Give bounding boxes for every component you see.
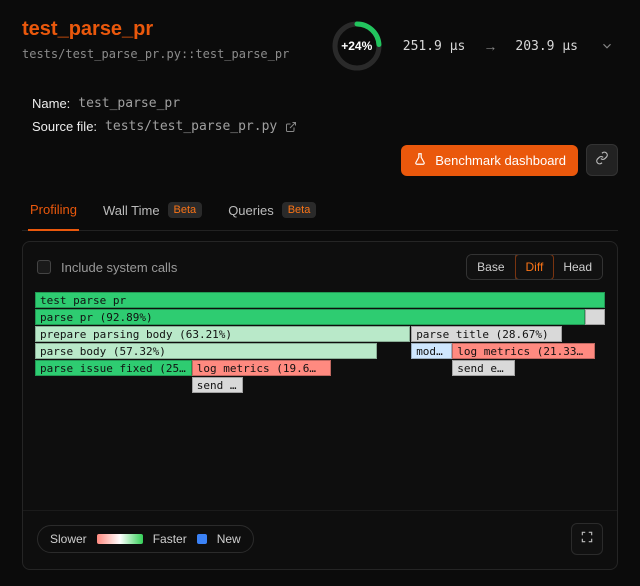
meta-name-row: Name: test_parse_pr [32,96,618,111]
flame-bar[interactable]: log metrics (19.6… [192,360,332,376]
seg-diff[interactable]: Diff [515,254,555,280]
flame-row: test parse pr [35,292,605,309]
meta-block: Name: test_parse_pr Source file: tests/t… [22,96,618,134]
flame-bar[interactable]: prepare parsing body (63.21%) [35,326,410,342]
flame-bar[interactable] [585,309,605,325]
tab-walltime-label: Wall Time [103,203,160,218]
panel-top: Include system calls Base Diff Head [23,242,617,292]
meta-source-key: Source file: [32,119,97,134]
flame-bar[interactable]: parse title (28.67%) [411,326,562,342]
flame-row: parse pr (92.89%) [35,309,605,326]
seg-base[interactable]: Base [467,255,515,279]
meta-name-val: test_parse_pr [78,96,180,111]
benchmark-dashboard-label: Benchmark dashboard [435,153,566,168]
flame-graph: test parse prparse pr (92.89%)prepare pa… [23,292,617,500]
time-before: 251.9 µs [403,39,466,54]
fullscreen-button[interactable] [571,523,603,555]
time-after: 203.9 µs [515,39,578,54]
seg-head[interactable]: Head [553,255,602,279]
view-segmented: Base Diff Head [466,254,603,280]
gauge: +24% [329,18,385,74]
tab-profiling-label: Profiling [30,202,77,217]
legend-slower: Slower [50,532,87,546]
fullscreen-icon [580,530,594,549]
include-system-checkbox[interactable] [37,260,51,274]
external-link-icon[interactable] [285,121,297,133]
header-row: test_parse_pr tests/test_parse_pr.py::te… [22,18,618,74]
flame-bar[interactable]: send e… [452,360,515,376]
meta-name-key: Name: [32,96,70,111]
flame-bar[interactable]: send … [192,377,243,393]
profiling-panel: Include system calls Base Diff Head test… [22,241,618,570]
page-root: test_parse_pr tests/test_parse_pr.py::te… [0,0,640,584]
flame-bar[interactable]: parse pr (92.89%) [35,309,585,325]
flame-bar[interactable]: log metrics (21.33… [452,343,595,359]
flame-bar[interactable]: test parse pr [35,292,605,308]
legend-new-swatch [197,534,207,544]
page-subtitle: tests/test_parse_pr.py::test_parse_pr [22,47,317,61]
tabs: Profiling Wall Time Beta Queries Beta [22,192,618,231]
flame-row: prepare parsing body (63.21%)parse title… [35,326,605,343]
flame-bar[interactable]: parse issue fixed (25.… [35,360,192,376]
chevron-down-icon[interactable] [596,35,618,57]
flame-area[interactable]: test parse prparse pr (92.89%)prepare pa… [35,292,605,492]
title-block: test_parse_pr tests/test_parse_pr.py::te… [22,18,317,61]
legend-gradient [97,534,143,544]
meta-source-row: Source file: tests/test_parse_pr.py [32,119,618,134]
legend-faster: Faster [153,532,187,546]
tab-profiling[interactable]: Profiling [28,192,79,231]
link-button[interactable] [586,144,618,176]
gauge-delta: +24% [329,18,385,74]
flame-row: send … [35,377,605,394]
tab-queries-label: Queries [228,203,274,218]
legend-row: Slower Faster New [23,510,617,569]
page-title: test_parse_pr [22,18,317,41]
benchmark-dashboard-button[interactable]: Benchmark dashboard [401,145,578,176]
link-icon [595,151,609,170]
beta-badge: Beta [168,202,203,218]
include-system-label: Include system calls [61,260,177,275]
flame-row: parse body (57.32%) modi…log metrics (21.… [35,343,605,360]
tab-walltime[interactable]: Wall Time Beta [101,192,204,230]
meta-source-val: tests/test_parse_pr.py [105,119,277,134]
metrics-block: +24% 251.9 µs → 203.9 µs [329,18,618,74]
include-system-row: Include system calls [37,260,177,275]
legend-new: New [217,532,241,546]
beta-badge: Beta [282,202,317,218]
tab-queries[interactable]: Queries Beta [226,192,318,230]
flame-bar[interactable]: modi… [411,343,452,359]
flame-row: parse issue fixed (25.…log metrics (19.6… [35,360,605,377]
flask-icon [413,152,427,169]
flame-bar[interactable]: parse body (57.32%) [35,343,377,359]
arrow-icon: → [483,38,497,54]
legend-pill: Slower Faster New [37,525,254,553]
actions-row: Benchmark dashboard [22,144,618,176]
